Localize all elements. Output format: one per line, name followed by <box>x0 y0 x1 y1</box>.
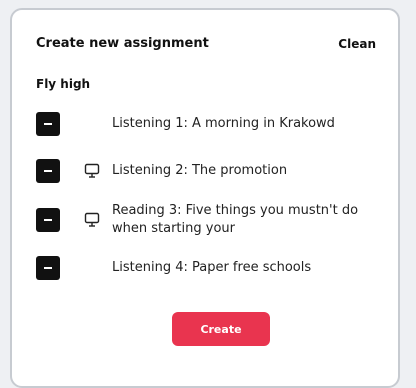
item-label: Listening 4: Paper free schools <box>112 260 312 275</box>
list-item: Listening 1: A morning in Krakowd <box>36 112 386 136</box>
card-header: Create new assignment Clean <box>36 36 376 56</box>
item-label: Listening 2: The promotion <box>112 163 288 178</box>
remove-item-button[interactable] <box>36 256 60 280</box>
card-title: Create new assignment <box>36 36 209 51</box>
monitor-icon <box>84 163 100 178</box>
item-label: Listening 1: A morning in Krakowd <box>112 116 335 131</box>
list-item: Listening 4: Paper free schools <box>36 256 386 280</box>
remove-item-button[interactable] <box>36 159 60 183</box>
course-name: Fly high <box>36 77 91 91</box>
list-item: Listening 2: The promotion <box>36 159 386 183</box>
monitor-icon <box>84 212 100 227</box>
remove-item-button[interactable] <box>36 208 60 232</box>
clean-button[interactable]: Clean <box>338 37 376 51</box>
list-item: Reading 3: Five things you mustn't do wh… <box>36 203 386 241</box>
remove-item-button[interactable] <box>36 112 60 136</box>
create-button[interactable]: Create <box>172 312 270 346</box>
item-label: Reading 3: Five things you mustn't do wh… <box>112 203 359 236</box>
